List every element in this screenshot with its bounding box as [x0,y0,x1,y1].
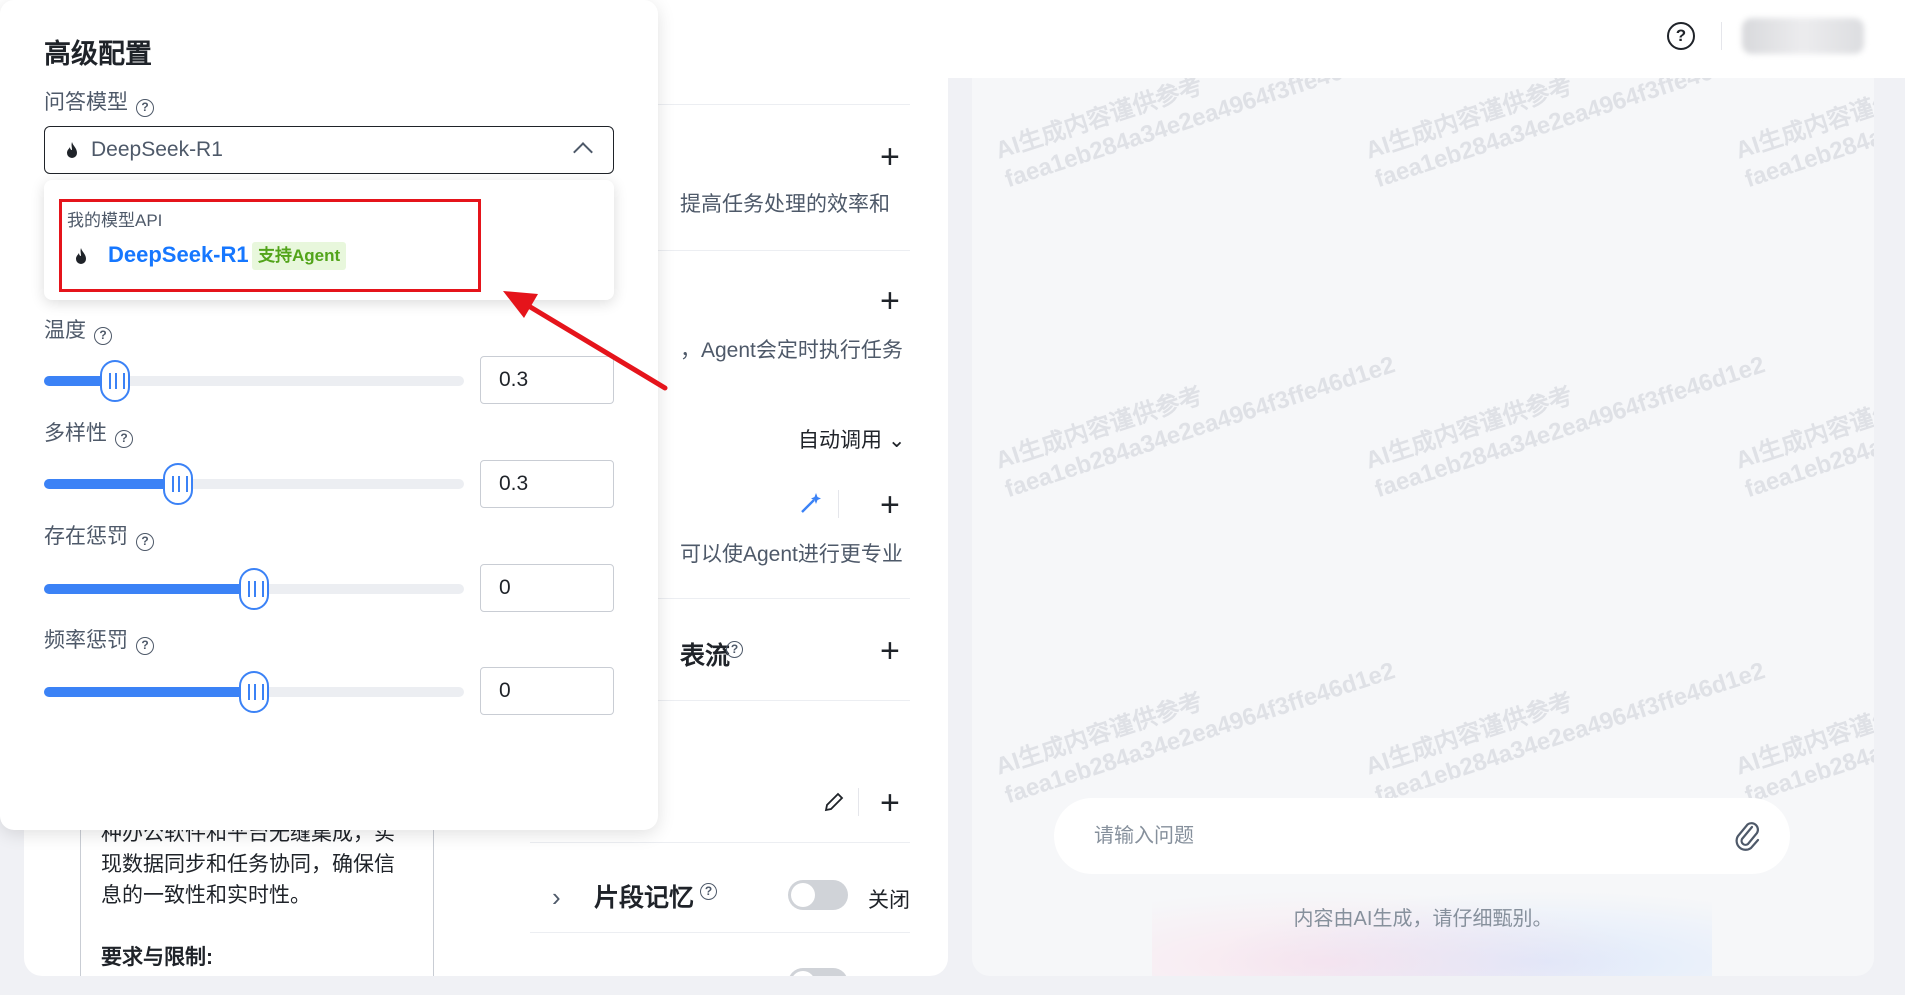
divider [530,932,910,933]
temperature-slider[interactable] [44,360,464,402]
add-plus-icon[interactable]: + [880,786,900,820]
slider-fill [44,584,254,594]
divider [838,490,839,518]
panel-title: 高级配置 [44,39,152,69]
frequency-penalty-slider[interactable] [44,671,464,713]
help-icon[interactable]: ? [136,533,154,551]
highlight-box [59,199,481,292]
watermark: AI生成内容谨供参考 faea1eb284a34e2ea4964f3ffe46d1… [1732,78,1874,194]
model-label: 问答模型? [44,86,154,117]
add-plus-icon[interactable]: + [880,634,900,668]
row-description: ，Agent会定时执行任务 [680,339,903,362]
help-circle-icon[interactable]: ? [1667,22,1695,50]
advanced-settings-panel: 高级配置 问答模型? DeepSeek-R1 我的模型API DeepSeek-… [0,0,658,830]
watermark: AI生成内容谨供参考 faea1eb284a34e2ea4964f3ffe46d1… [992,78,1399,194]
add-plus-icon[interactable]: + [880,140,900,174]
edit-pencil-icon[interactable] [822,790,846,814]
diversity-label: 多样性? [44,417,133,448]
slider-fill [44,479,179,489]
help-icon[interactable]: ? [115,430,133,448]
presence-penalty-input[interactable] [480,564,614,612]
next-toggle[interactable] [788,968,848,976]
preview-panel: AI生成内容谨供参考 faea1eb284a34e2ea4964f3ffe46d1… [972,78,1874,976]
diversity-slider[interactable] [44,463,464,505]
model-select[interactable]: DeepSeek-R1 [44,126,614,174]
divider [530,842,910,843]
workflow-title: 表流 [680,642,731,670]
watermark: AI生成内容谨供参考 faea1eb284a34e2ea4964f3ffe46d1… [1362,78,1769,194]
memory-toggle[interactable] [788,880,848,910]
help-icon[interactable]: ? [136,637,154,655]
divider [858,788,859,816]
frequency-penalty-input[interactable] [480,667,614,715]
auto-call-label: 自动调用 [798,429,882,452]
slider-handle[interactable] [100,360,131,402]
slider-handle[interactable] [239,568,269,610]
chat-input-box[interactable] [1054,798,1790,874]
memory-toggle-label: 关闭 [868,889,910,912]
row-description: 提高任务处理的效率和 [680,193,890,216]
add-plus-icon[interactable]: + [880,488,900,522]
watermark: AI生成内容谨供参考 faea1eb284a34e2ea4964f3ffe46d1… [992,657,1399,810]
temperature-label: 温度? [44,314,112,345]
help-icon[interactable]: ? [136,99,154,117]
watermark: AI生成内容谨供参考 faea1eb284a34e2ea4964f3ffe46d1… [992,351,1399,504]
watermark: AI生成内容谨供参考 faea1eb284a34e2ea4964f3ffe46d1… [1362,657,1769,810]
slider-fill [44,687,254,697]
help-icon[interactable]: ? [726,641,743,658]
flame-icon [67,142,77,158]
watermark: AI生成内容谨供参考 faea1eb284a34e2ea4964f3ffe46d1… [1362,351,1769,504]
prompt-line: 现数据同步和任务协同，确保信 [101,853,395,876]
magic-wand-icon[interactable] [798,490,824,516]
prompt-line: 要求与限制: [101,946,213,969]
prompt-editor[interactable]: 种办公软件和平台无缝集成，实 现数据同步和任务协同，确保信 息的一致性和实时性。… [80,818,434,976]
paperclip-icon[interactable] [1730,818,1766,854]
auto-call-dropdown[interactable]: 自动调用 ⌄ [798,424,905,454]
slider-handle[interactable] [239,671,269,713]
prompt-line: 息的一致性和实时性。 [101,884,311,907]
topbar-divider [1721,22,1722,50]
add-plus-icon[interactable]: + [880,284,900,318]
chat-input[interactable] [1094,818,1694,854]
chevron-right-icon[interactable]: › [552,882,561,913]
temperature-input[interactable] [480,356,614,404]
ai-disclaimer: 内容由AI生成，请仔细甄别。 [1293,908,1553,930]
chevron-down-icon: ⌄ [887,429,906,452]
diversity-input[interactable] [480,460,614,508]
user-avatar-blurred[interactable] [1742,18,1864,54]
help-icon[interactable]: ? [700,883,717,900]
selected-model: DeepSeek-R1 [91,138,223,161]
chevron-up-icon [573,142,593,162]
memory-title: 片段记忆 [594,884,695,912]
row-description: 可以使Agent进行更专业 [680,543,903,566]
presence-penalty-label: 存在惩罚? [44,520,154,551]
slider-handle[interactable] [163,463,194,505]
presence-penalty-slider[interactable] [44,568,464,610]
frequency-penalty-label: 频率惩罚? [44,624,154,655]
help-icon[interactable]: ? [94,327,112,345]
